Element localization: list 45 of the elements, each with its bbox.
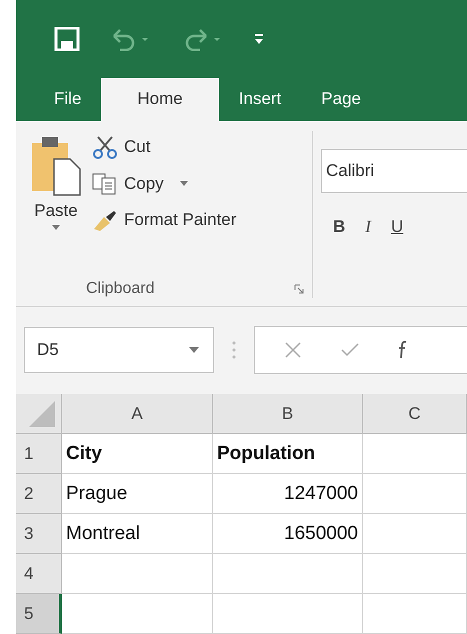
scissors-icon <box>92 134 118 159</box>
ribbon-tab[interactable]: Home <box>101 78 219 121</box>
table-cell: 1650000 <box>213 514 363 554</box>
font-name-field[interactable]: Calibri <box>321 148 467 193</box>
table-cell: City <box>62 434 213 474</box>
check-icon <box>341 343 359 358</box>
bold-button[interactable]: B <box>333 216 346 237</box>
column-header[interactable]: A <box>62 394 213 434</box>
cell-reference: D5 <box>37 340 59 360</box>
row-header[interactable]: 4 <box>16 554 62 594</box>
column-header[interactable]: C <box>363 394 467 434</box>
dialog-launcher-icon[interactable] <box>294 284 304 294</box>
ribbon-tab[interactable]: Page <box>301 78 381 121</box>
brush-icon <box>92 208 118 231</box>
copy-button[interactable]: Copy <box>92 172 236 195</box>
italic-button[interactable]: I <box>365 216 371 237</box>
format-painter-button[interactable]: Format Painter <box>92 208 236 231</box>
row-header[interactable]: 3 <box>16 514 62 554</box>
group-label: Clipboard <box>86 280 154 298</box>
caret-icon <box>189 347 199 354</box>
function-icon <box>399 340 407 360</box>
ribbon-tab[interactable]: File <box>34 78 102 121</box>
clipboard-icon <box>30 134 82 197</box>
table-cell: Population <box>213 434 363 474</box>
save-icon[interactable] <box>54 26 80 51</box>
ribbon-tab[interactable]: Insert <box>218 78 302 121</box>
select-all-icon <box>29 401 55 427</box>
table-cell: 1247000 <box>213 474 363 514</box>
underline-button[interactable]: U <box>390 216 404 237</box>
row-header[interactable]: 2 <box>16 474 62 514</box>
table-cell: Montreal <box>62 514 213 554</box>
caret-icon <box>52 224 60 230</box>
table-cell: Prague <box>62 474 213 514</box>
row-header[interactable]: 5 <box>16 594 62 634</box>
row-header[interactable]: 1 <box>16 434 62 474</box>
paste-button[interactable]: Paste <box>30 130 82 280</box>
grip-icon <box>232 340 236 360</box>
customize-icon[interactable] <box>254 32 264 45</box>
caret-icon <box>180 181 188 186</box>
cancel-icon <box>285 342 301 358</box>
column-header[interactable]: B <box>213 394 363 434</box>
copy-icon <box>92 172 118 195</box>
name-box[interactable]: D5 <box>24 327 214 374</box>
cut-button[interactable]: Cut <box>92 134 236 159</box>
formula-field[interactable] <box>254 326 467 374</box>
